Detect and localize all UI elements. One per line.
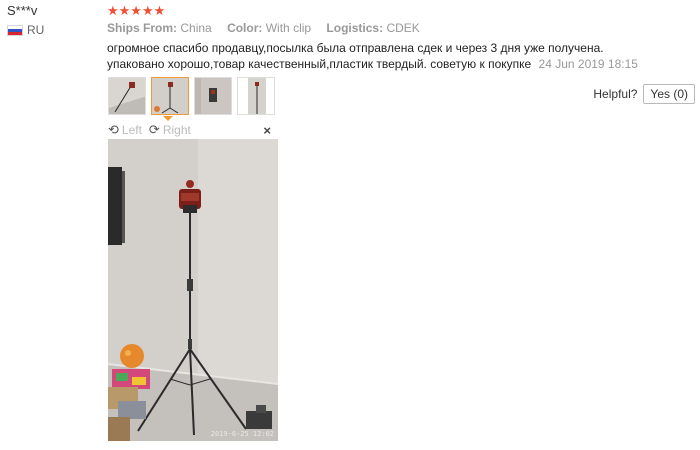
close-icon[interactable]: × <box>263 123 271 138</box>
logistics-label: Logistics: <box>326 21 384 35</box>
ships-from-value: China <box>180 21 212 35</box>
rotate-right-label: Right <box>162 123 191 137</box>
rotate-right-button[interactable]: ⟳ Right <box>149 122 191 138</box>
photo-viewer-toolbar: ⟲ Left ⟳ Right × <box>108 122 278 138</box>
active-thumb-pointer <box>163 116 173 121</box>
review-photo: 2019-6-25 12:02 <box>108 139 278 441</box>
flag-ru-icon <box>7 24 23 36</box>
review-item: S***v RU ★★★★★ Ships From: China Color: … <box>0 0 700 450</box>
country-code: RU <box>27 23 45 37</box>
rotate-right-icon: ⟳ <box>148 122 160 137</box>
review-text: огромное спасибо продавцу,посылка была о… <box>107 40 687 72</box>
rotate-left-icon: ⟲ <box>108 122 119 137</box>
reviewer-country: RU <box>7 23 44 37</box>
rotate-left-button[interactable]: ⟲ Left <box>108 122 142 138</box>
star-rating: ★★★★★ <box>107 3 166 18</box>
rotate-left-label: Left <box>121 123 142 137</box>
ships-from-label: Ships From: <box>107 21 178 35</box>
helpful-section: Helpful? Yes (0) <box>593 84 695 104</box>
thumbnail-2[interactable] <box>151 77 189 115</box>
thumbnail-3[interactable] <box>194 77 232 115</box>
tripod-photo-illustration <box>108 139 278 441</box>
thumbnail-1[interactable] <box>108 77 146 115</box>
color-value: With clip <box>265 21 312 35</box>
photo-timestamp: 2019-6-25 12:02 <box>210 430 274 438</box>
reviewer-name: S***v <box>7 3 38 18</box>
thumbnail-4[interactable] <box>237 77 275 115</box>
color-label: Color: <box>227 21 263 35</box>
logistics-value: CDEK <box>386 21 420 35</box>
review-date: 24 Jun 2019 18:15 <box>538 57 638 71</box>
helpful-label: Helpful? <box>593 87 638 101</box>
order-info: Ships From: China Color: With clip Logis… <box>107 21 432 35</box>
review-text-line-1: огромное спасибо продавцу,посылка была о… <box>107 41 604 55</box>
helpful-yes-button[interactable]: Yes (0) <box>643 84 695 104</box>
review-text-line-2: упаковано хорошо,товар качественный,плас… <box>107 57 532 71</box>
photo-thumbnails <box>108 77 275 115</box>
